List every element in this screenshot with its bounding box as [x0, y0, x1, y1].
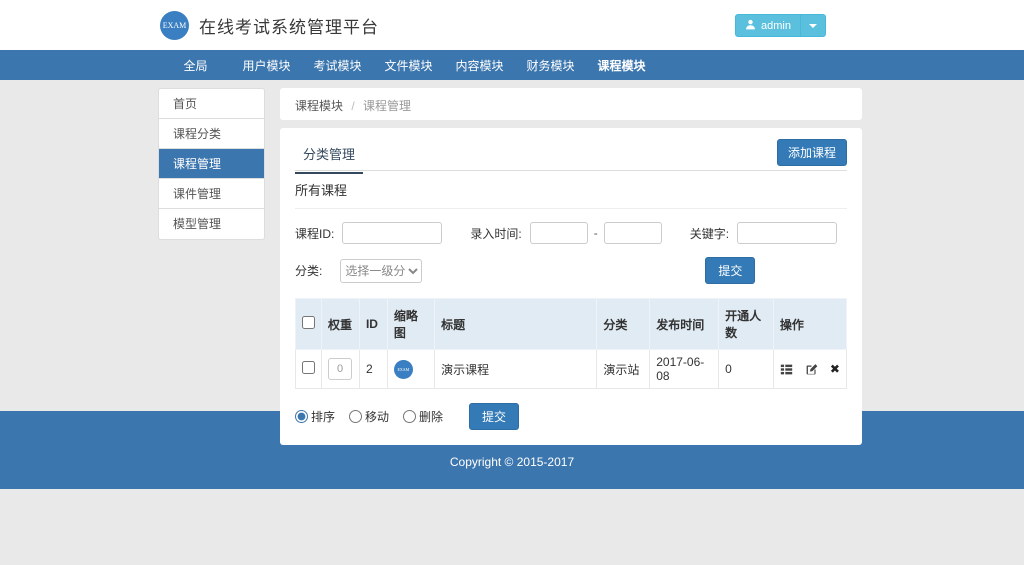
row-publish-date: 2017-06-08 [650, 350, 719, 389]
table-header-row: 权重 ID 缩略图 标题 分类 发布时间 开通人数 操作 [296, 299, 847, 350]
user-icon [745, 19, 756, 33]
top-header: EXAM 在线考试系统管理平台 admin [0, 0, 1024, 50]
tabs-row: 分类管理 添加课程 [295, 141, 847, 171]
chapter-list-icon[interactable] [780, 363, 793, 376]
section-title-all-courses: 所有课程 [295, 171, 847, 209]
nav-item-global[interactable]: 全局 [160, 50, 231, 80]
delete-radio[interactable] [403, 410, 416, 423]
delete-icon[interactable]: ✖ [830, 363, 840, 375]
col-header-actions: 操作 [773, 299, 846, 350]
sort-radio[interactable] [295, 410, 308, 423]
entry-time-start-input[interactable] [530, 222, 588, 244]
row-category: 演示站 [597, 350, 650, 389]
move-radio-label: 移动 [365, 408, 389, 425]
batch-option-move[interactable]: 移动 [349, 408, 389, 425]
course-id-input[interactable] [342, 222, 442, 244]
logo-text: EXAM [163, 21, 187, 30]
batch-option-sort[interactable]: 排序 [295, 408, 335, 425]
col-header-id: ID [359, 299, 387, 350]
sidebar-item-course-category[interactable]: 课程分类 [159, 119, 264, 149]
breadcrumb-separator: / [351, 99, 354, 113]
breadcrumb-page: 课程管理 [363, 99, 411, 113]
filter-row-2: 分类: 选择一级分类 提交 [295, 257, 847, 284]
col-header-weight: 权重 [322, 299, 360, 350]
batch-actions-row: 排序 移动 删除 提交 [295, 403, 847, 430]
date-range-separator: - [594, 226, 598, 240]
add-course-button[interactable]: 添加课程 [777, 139, 847, 166]
tab-category-manage[interactable]: 分类管理 [295, 141, 363, 174]
main-nav: 全局 用户模块 考试模块 文件模块 内容模块 财务模块 课程模块 [0, 50, 1024, 80]
table-row: 2 EXAM 演示课程 演示站 2017-06-08 0 [296, 350, 847, 389]
col-header-title: 标题 [435, 299, 597, 350]
sort-radio-label: 排序 [311, 408, 335, 425]
select-all-checkbox[interactable] [302, 316, 315, 329]
keyword-input[interactable] [737, 222, 837, 244]
site-title: 在线考试系统管理平台 [199, 13, 379, 38]
sidebar: 首页 课程分类 课程管理 课件管理 模型管理 [158, 88, 265, 240]
entry-time-end-input[interactable] [604, 222, 662, 244]
row-checkbox[interactable] [302, 361, 315, 374]
category-label: 分类: [295, 262, 322, 279]
row-thumbnail: EXAM [394, 360, 413, 379]
footer-copyright: Copyright © 2015-2017 [0, 455, 1024, 469]
col-header-category: 分类 [597, 299, 650, 350]
filter-submit-button[interactable]: 提交 [705, 257, 755, 284]
thumbnail-text: EXAM [397, 367, 409, 372]
nav-item-content-module[interactable]: 内容模块 [444, 50, 515, 80]
edit-icon[interactable] [805, 363, 818, 376]
content-area: 首页 课程分类 课程管理 课件管理 模型管理 课程模块 / 课程管理 分类管理 … [0, 80, 1024, 411]
filter-row-1: 课程ID: 录入时间: - 关键字: [295, 222, 847, 244]
sidebar-item-courseware-manage[interactable]: 课件管理 [159, 179, 264, 209]
nav-item-exam-module[interactable]: 考试模块 [302, 50, 373, 80]
row-title: 演示课程 [435, 350, 597, 389]
user-menu-button[interactable]: admin [735, 14, 826, 37]
batch-option-delete[interactable]: 删除 [403, 408, 443, 425]
col-header-enrolled: 开通人数 [719, 299, 774, 350]
sidebar-item-course-manage[interactable]: 课程管理 [159, 149, 264, 179]
user-name-label: admin [761, 20, 791, 32]
row-id: 2 [359, 350, 387, 389]
course-table: 权重 ID 缩略图 标题 分类 发布时间 开通人数 操作 2 [295, 298, 847, 389]
sidebar-item-home[interactable]: 首页 [159, 89, 264, 119]
nav-item-course-module[interactable]: 课程模块 [586, 50, 657, 80]
main-column: 课程模块 / 课程管理 分类管理 添加课程 所有课程 课程ID: 录入时间: -… [280, 88, 862, 445]
breadcrumb-module[interactable]: 课程模块 [295, 99, 343, 113]
batch-submit-button[interactable]: 提交 [469, 403, 519, 430]
nav-item-file-module[interactable]: 文件模块 [373, 50, 444, 80]
entry-time-label: 录入时间: [470, 225, 521, 242]
chevron-down-icon [809, 24, 817, 28]
nav-item-user-module[interactable]: 用户模块 [231, 50, 302, 80]
user-menu-caret[interactable] [800, 15, 825, 36]
breadcrumb: 课程模块 / 课程管理 [280, 88, 862, 120]
course-id-label: 课程ID: [295, 225, 334, 242]
category-select[interactable]: 选择一级分类 [340, 259, 422, 283]
keyword-label: 关键字: [690, 225, 729, 242]
delete-radio-label: 删除 [419, 408, 443, 425]
exam-logo: EXAM [160, 11, 189, 40]
nav-item-finance-module[interactable]: 财务模块 [515, 50, 586, 80]
move-radio[interactable] [349, 410, 362, 423]
course-manage-panel: 分类管理 添加课程 所有课程 课程ID: 录入时间: - 关键字: 分类: 选择… [280, 128, 862, 445]
sidebar-item-model-manage[interactable]: 模型管理 [159, 209, 264, 239]
row-weight-input[interactable] [328, 358, 352, 380]
row-enrolled: 0 [719, 350, 774, 389]
col-header-thumbnail: 缩略图 [387, 299, 434, 350]
col-header-publish-date: 发布时间 [650, 299, 719, 350]
